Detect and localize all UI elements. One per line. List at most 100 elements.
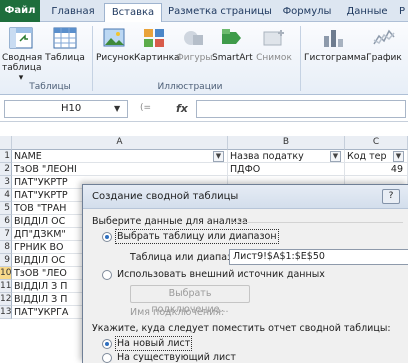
cell-value: NAME xyxy=(14,151,42,162)
table-icon xyxy=(52,26,78,50)
cell-value: Код тер xyxy=(347,151,387,162)
tab-home[interactable]: Главная xyxy=(48,3,98,22)
group-separator xyxy=(92,26,93,91)
smartart-label: SmartArt xyxy=(212,53,253,63)
connection-name-label: Имя подключения: xyxy=(130,307,225,318)
tab-review[interactable]: Р xyxy=(396,3,408,22)
group-label-illustrations: Иллюстрации xyxy=(157,82,223,92)
line-chart-icon xyxy=(371,26,397,50)
group-separator xyxy=(300,26,301,91)
clipart-label: Картинка xyxy=(134,53,180,63)
row-header[interactable]: 9 xyxy=(0,254,12,267)
cell-value: 49 xyxy=(390,164,403,175)
filter-dropdown-icon[interactable]: ▼ xyxy=(393,151,404,162)
shapes-icon xyxy=(180,26,206,50)
smartart-button[interactable]: SmartArt xyxy=(212,26,253,63)
pivot-table-icon xyxy=(8,26,34,50)
radio-select-range[interactable] xyxy=(102,232,112,242)
row-header[interactable]: 11 xyxy=(0,280,12,293)
shapes-label: Фигуры xyxy=(176,53,213,63)
radio-existing-sheet[interactable] xyxy=(102,353,112,363)
help-button[interactable]: ? xyxy=(382,189,400,204)
radio-new-sheet[interactable] xyxy=(102,339,112,349)
picture-button[interactable]: Рисунок xyxy=(96,26,135,63)
tab-formulas[interactable]: Формулы xyxy=(278,3,336,22)
tab-insert[interactable]: Вставка xyxy=(104,3,162,22)
graph-label: График xyxy=(366,53,402,63)
column-header-b[interactable]: B xyxy=(228,136,345,150)
row-header[interactable]: 10 xyxy=(0,267,12,280)
tab-data[interactable]: Данные xyxy=(342,3,392,22)
radio-existing-sheet-label[interactable]: На существующий лист xyxy=(117,352,236,363)
table-button[interactable]: Таблица xyxy=(44,26,86,63)
picture-icon xyxy=(101,26,127,50)
radio-external-source-label[interactable]: Использовать внешний источник данных xyxy=(117,269,325,280)
formula-bar: H10 ▼ (= fx xyxy=(0,96,408,122)
column-header-c[interactable]: C xyxy=(345,136,408,150)
dialog-title: Создание сводной таблицы xyxy=(92,191,239,202)
row-header[interactable]: 4 xyxy=(0,189,12,202)
cell-b[interactable]: ПДФО xyxy=(228,163,345,176)
cell-value: ПАТ"УКРГА xyxy=(14,307,69,318)
cell-value: ПАТ"УКРТР xyxy=(14,177,68,188)
row-header[interactable]: 8 xyxy=(0,241,12,254)
filter-dropdown-icon[interactable]: ▼ xyxy=(213,151,224,162)
select-all-corner[interactable] xyxy=(0,136,12,150)
cell-value: Назва податку xyxy=(230,151,304,162)
radio-external-source[interactable] xyxy=(102,270,112,280)
tab-file[interactable]: Файл xyxy=(0,0,40,22)
pivot-table-label-2: таблица ▾ xyxy=(2,63,42,83)
section-placement: Укажите, куда следует поместить отчет св… xyxy=(92,323,391,334)
section-choose-data: Выберите данные для анализа xyxy=(92,216,248,227)
cell-value: ДП"ДЗКМ" xyxy=(14,229,66,240)
radio-new-sheet-label[interactable]: На новый лист xyxy=(114,336,193,351)
cell-value: ВІДДІЛ ОС xyxy=(14,216,66,227)
histogram-icon xyxy=(320,26,346,50)
insert-function-icon[interactable]: fx xyxy=(176,100,188,118)
column-header-a[interactable]: A xyxy=(12,136,228,150)
filter-dropdown-icon[interactable]: ▼ xyxy=(330,151,341,162)
range-input[interactable]: Лист9!$A$1:$E$50 xyxy=(229,249,408,265)
cell-c[interactable]: Код тер ▼ xyxy=(345,150,408,163)
formula-input[interactable] xyxy=(196,100,406,118)
chevron-down-icon[interactable]: ▼ xyxy=(114,100,120,118)
cell-c[interactable]: 49 xyxy=(345,163,408,176)
group-label-tables: Таблицы xyxy=(29,82,71,92)
pivot-table-button[interactable]: Сводная таблица ▾ xyxy=(2,26,43,83)
row-header[interactable]: 2 xyxy=(0,163,12,176)
row-header[interactable]: 13 xyxy=(0,306,12,319)
pivot-table-label-1: Сводная xyxy=(2,53,43,63)
clipart-button[interactable]: Картинка xyxy=(134,26,180,63)
row-header[interactable]: 1 xyxy=(0,150,12,163)
dialog-title-bar: Создание сводной таблицы ? xyxy=(83,185,408,209)
cell-b[interactable]: Назва податку ▼ xyxy=(228,150,345,163)
divider xyxy=(231,222,403,223)
screenshot-label: Снимок xyxy=(256,53,292,63)
row-header[interactable]: 3 xyxy=(0,176,12,189)
cell-value: ТзОВ "ЛЕОНІ xyxy=(14,164,77,175)
shapes-button[interactable]: Фигуры xyxy=(176,26,213,63)
smartart-icon xyxy=(219,26,245,50)
row-header[interactable]: 12 xyxy=(0,293,12,306)
cell-a[interactable]: ТзОВ "ЛЕОНІ xyxy=(12,163,228,176)
histogram-button[interactable]: Гистограмма xyxy=(304,26,366,63)
row-header[interactable]: 6 xyxy=(0,215,12,228)
formula-separator-icon: (= xyxy=(140,103,152,113)
picture-label: Рисунок xyxy=(96,53,135,63)
clipart-icon xyxy=(141,26,167,50)
row-header[interactable]: 5 xyxy=(0,202,12,215)
graph-button[interactable]: График xyxy=(364,26,404,63)
radio-select-range-label[interactable]: Выбрать таблицу или диапазон xyxy=(115,229,279,244)
tab-page-layout[interactable]: Разметка страницы xyxy=(168,3,272,22)
table-label: Таблица xyxy=(45,53,85,63)
create-pivot-table-dialog: Создание сводной таблицы ? Выберите данн… xyxy=(82,184,408,363)
cell-a[interactable]: NAME ▼ xyxy=(12,150,228,163)
ribbon: Сводная таблица ▾ Таблица Рисунок Картин… xyxy=(0,22,408,95)
cell-value: ПДФО xyxy=(230,164,261,175)
screenshot-button[interactable]: Снимок xyxy=(254,26,294,63)
cell-value: ТзОВ "ЛЕО xyxy=(14,268,67,279)
name-box[interactable]: H10 xyxy=(4,100,128,118)
row-header[interactable]: 7 xyxy=(0,228,12,241)
choose-connection-button[interactable]: Выбрать подключение... xyxy=(130,285,250,315)
cell-value: ВІДДІЛ З П xyxy=(14,281,68,292)
